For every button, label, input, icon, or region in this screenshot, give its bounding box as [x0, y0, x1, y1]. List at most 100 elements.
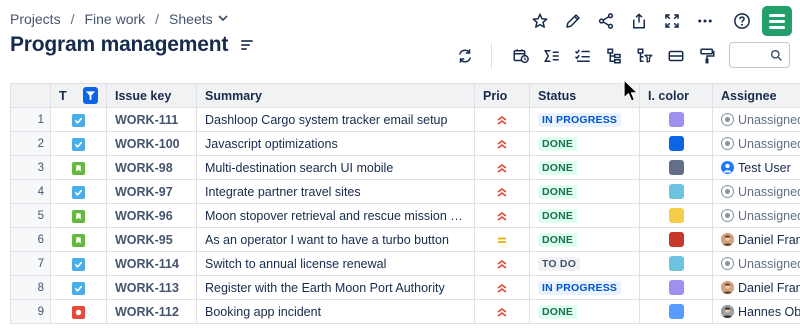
issue-color-cell[interactable] [639, 251, 713, 276]
column-header-color[interactable]: I. color [639, 83, 713, 108]
issue-key-cell[interactable]: WORK-113 [106, 275, 197, 300]
column-header-summary[interactable]: Summary [196, 83, 475, 108]
summary-cell[interactable]: Switch to annual license renewal [196, 251, 475, 276]
table-row[interactable]: 2 WORK-100 Javascript optimizations DONE… [10, 131, 800, 156]
summary-cell[interactable]: Integrate partner travel sites [196, 179, 475, 204]
issue-type-cell[interactable] [50, 275, 107, 300]
fullscreen-icon[interactable] [655, 6, 688, 36]
status-cell[interactable]: DONE [529, 227, 640, 252]
pencil-icon[interactable] [556, 6, 589, 36]
star-icon[interactable] [523, 6, 556, 36]
sum-list-icon[interactable] [537, 42, 567, 70]
row-height-icon[interactable] [661, 42, 691, 70]
column-header-assignee[interactable]: Assignee [712, 83, 800, 108]
row-number[interactable]: 8 [10, 275, 51, 300]
status-cell[interactable]: DONE [529, 203, 640, 228]
issue-type-cell[interactable] [50, 227, 107, 252]
assignee-cell[interactable]: Daniel Fran [712, 227, 800, 252]
issue-color-cell[interactable] [639, 299, 713, 324]
breadcrumb-projects[interactable]: Projects [10, 11, 61, 27]
share-icon[interactable] [589, 6, 622, 36]
issue-color-cell[interactable] [639, 179, 713, 204]
issue-type-cell[interactable] [50, 107, 107, 132]
summary-cell[interactable]: Javascript optimizations [196, 131, 475, 156]
table-row[interactable]: 3 WORK-98 Multi-destination search UI mo… [10, 155, 800, 180]
issue-key-cell[interactable]: WORK-100 [106, 131, 197, 156]
row-number[interactable]: 7 [10, 251, 51, 276]
summary-cell[interactable]: Booking app incident [196, 299, 475, 324]
issue-color-cell[interactable] [639, 107, 713, 132]
summary-cell[interactable]: Dashloop Cargo system tracker email setu… [196, 107, 475, 132]
assignee-cell[interactable]: Test User [712, 155, 800, 180]
priority-cell[interactable] [474, 203, 530, 228]
issue-color-cell[interactable] [639, 131, 713, 156]
status-cell[interactable]: IN PROGRESS [529, 275, 640, 300]
assignee-cell[interactable]: Hannes Ob [712, 299, 800, 324]
app-logo-icon[interactable] [762, 6, 792, 36]
issue-type-cell[interactable] [50, 203, 107, 228]
chevron-down-icon[interactable] [218, 14, 228, 25]
issue-key-cell[interactable]: WORK-96 [106, 203, 197, 228]
assignee-cell[interactable]: Unassigned [712, 107, 800, 132]
row-number[interactable]: 9 [10, 299, 51, 324]
search-field[interactable] [729, 42, 790, 68]
filter-icon[interactable] [83, 87, 98, 104]
status-cell[interactable]: DONE [529, 299, 640, 324]
column-header-type[interactable]: T [50, 83, 107, 108]
row-number[interactable]: 5 [10, 203, 51, 228]
issue-key-cell[interactable]: WORK-111 [106, 107, 197, 132]
assignee-cell[interactable]: Unassigned [712, 251, 800, 276]
assignee-cell[interactable]: Daniel Fran [712, 275, 800, 300]
issue-color-cell[interactable] [639, 275, 713, 300]
status-cell[interactable]: DONE [529, 155, 640, 180]
refresh-icon[interactable] [450, 42, 480, 70]
search-input[interactable] [734, 43, 774, 67]
priority-cell[interactable] [474, 131, 530, 156]
summary-cell[interactable]: Multi-destination search UI mobile [196, 155, 475, 180]
row-number[interactable]: 6 [10, 227, 51, 252]
more-icon[interactable] [688, 6, 721, 36]
calendar-clock-icon[interactable] [506, 42, 536, 70]
issue-key-cell[interactable]: WORK-98 [106, 155, 197, 180]
issue-key-cell[interactable]: WORK-95 [106, 227, 197, 252]
table-row[interactable]: 5 WORK-96 Moon stopover retrieval and re… [10, 203, 800, 228]
format-paint-icon[interactable] [692, 42, 722, 70]
table-row[interactable]: 6 WORK-95 As an operator I want to have … [10, 227, 800, 252]
issue-type-cell[interactable] [50, 299, 107, 324]
status-cell[interactable]: DONE [529, 179, 640, 204]
row-number[interactable]: 3 [10, 155, 51, 180]
issue-key-cell[interactable]: WORK-114 [106, 251, 197, 276]
row-number[interactable]: 4 [10, 179, 51, 204]
issue-type-cell[interactable] [50, 179, 107, 204]
breadcrumb-fine-work[interactable]: Fine work [84, 11, 145, 27]
summary-cell[interactable]: Moon stopover retrieval and rescue missi… [196, 203, 475, 228]
row-number[interactable]: 2 [10, 131, 51, 156]
issue-key-cell[interactable]: WORK-112 [106, 299, 197, 324]
priority-cell[interactable] [474, 275, 530, 300]
assignee-cell[interactable]: Unassigned [712, 131, 800, 156]
status-cell[interactable]: DONE [529, 131, 640, 156]
issue-key-cell[interactable]: WORK-97 [106, 179, 197, 204]
priority-cell[interactable] [474, 107, 530, 132]
priority-cell[interactable] [474, 251, 530, 276]
issue-type-cell[interactable] [50, 155, 107, 180]
table-row[interactable]: 9 WORK-112 Booking app incident DONE Han… [10, 299, 800, 324]
table-row[interactable]: 4 WORK-97 Integrate partner travel sites… [10, 179, 800, 204]
column-header-prio[interactable]: Prio [474, 83, 530, 108]
issue-type-cell[interactable] [50, 131, 107, 156]
priority-cell[interactable] [474, 155, 530, 180]
summary-cell[interactable]: Register with the Earth Moon Port Author… [196, 275, 475, 300]
help-icon[interactable] [725, 6, 758, 36]
priority-cell[interactable] [474, 179, 530, 204]
hierarchy-filter-icon[interactable] [630, 42, 660, 70]
table-row[interactable]: 7 WORK-114 Switch to annual license rene… [10, 251, 800, 276]
issue-color-cell[interactable] [639, 227, 713, 252]
export-icon[interactable] [622, 6, 655, 36]
checklist-icon[interactable] [568, 42, 598, 70]
row-number[interactable]: 1 [10, 107, 51, 132]
issue-color-cell[interactable] [639, 155, 713, 180]
table-row[interactable]: 1 WORK-111 Dashloop Cargo system tracker… [10, 107, 800, 132]
column-header-key[interactable]: Issue key [106, 83, 197, 108]
issue-color-cell[interactable] [639, 203, 713, 228]
status-cell[interactable]: TO DO [529, 251, 640, 276]
